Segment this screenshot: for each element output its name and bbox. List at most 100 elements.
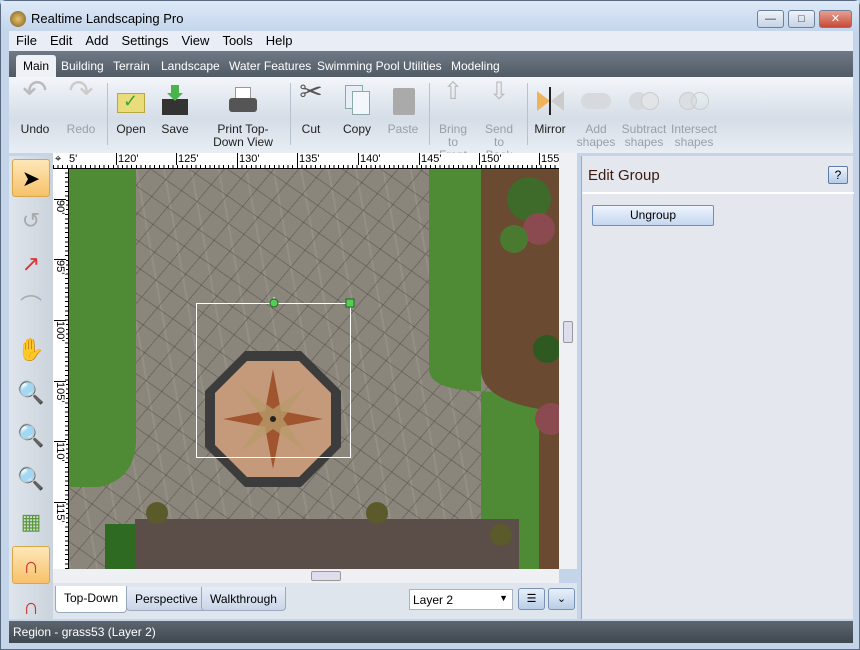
- separator: [527, 83, 528, 145]
- tab-terrain[interactable]: Terrain: [106, 55, 157, 77]
- zoom-extents-tool[interactable]: 🔍: [12, 460, 50, 498]
- rotate-handle[interactable]: [269, 298, 279, 308]
- menu-view[interactable]: View: [174, 31, 215, 48]
- open-button[interactable]: ✓ Open: [113, 85, 149, 136]
- minimize-button[interactable]: —: [757, 10, 784, 28]
- menu-edit[interactable]: Edit: [43, 31, 78, 48]
- horizontal-scrollbar[interactable]: [53, 569, 559, 583]
- ruler-label: 115': [54, 502, 66, 523]
- shrub[interactable]: [500, 225, 528, 253]
- magnifier-icon: 🔍: [17, 380, 45, 405]
- ribbon-tabs: Main Building Terrain Landscape Water Fe…: [9, 51, 853, 77]
- ruler-left: 90' 95' 100' 105' 110' 115': [53, 169, 69, 569]
- tab-landscape[interactable]: Landscape: [154, 55, 227, 77]
- ruler-label: 135': [297, 153, 320, 165]
- ungroup-button[interactable]: Ungroup: [592, 205, 714, 226]
- intersect-shapes-button[interactable]: Intersect shapes: [671, 85, 717, 149]
- folder-open-icon: ✓: [115, 85, 147, 117]
- help-button[interactable]: ?: [828, 166, 848, 184]
- properties-panel: Edit Group ? Ungroup: [581, 156, 854, 619]
- ruler-label: 145': [419, 153, 442, 165]
- select-tool[interactable]: ➤: [12, 159, 50, 197]
- paste-label: Paste: [387, 122, 419, 136]
- shrub[interactable]: [366, 502, 388, 524]
- tab-main[interactable]: Main: [16, 55, 57, 77]
- layers-button[interactable]: ☰: [518, 588, 545, 610]
- scroll-thumb[interactable]: [563, 321, 573, 343]
- more-button[interactable]: ⌄: [548, 588, 575, 610]
- tab-swimming-pool[interactable]: Swimming Pool: [310, 55, 407, 77]
- menu-bar: File Edit Add Settings View Tools Help: [9, 31, 853, 51]
- shrub[interactable]: [146, 502, 168, 524]
- shrub[interactable]: [490, 524, 512, 546]
- arrow-cursor-icon: ➤: [21, 166, 41, 191]
- redo-button[interactable]: ↷ Redo: [61, 77, 101, 136]
- menu-help[interactable]: Help: [259, 31, 299, 48]
- tab-water-features[interactable]: Water Features: [222, 55, 318, 77]
- undo-icon: ↶: [22, 75, 48, 108]
- menu-file[interactable]: File: [9, 31, 43, 48]
- send-to-back-button[interactable]: ⇩Send to Back: [479, 78, 519, 162]
- bring-to-front-icon: ⇧: [442, 78, 464, 105]
- ruler-label: 5': [69, 153, 78, 165]
- status-bar: Region - grass53 (Layer 2): [9, 621, 853, 643]
- tab-utilities[interactable]: Utilities: [396, 55, 449, 77]
- zoom-extents-icon: 🔍: [17, 466, 45, 491]
- panel-header: Edit Group ?: [582, 156, 854, 194]
- scroll-thumb[interactable]: [311, 571, 341, 581]
- undo-button[interactable]: ↶ Undo: [15, 75, 55, 136]
- ruler-label: 110': [54, 441, 66, 462]
- subtract-shapes-button[interactable]: Subtract shapes: [621, 85, 667, 149]
- grass-region-left[interactable]: [69, 169, 136, 487]
- close-button[interactable]: ✕: [819, 10, 852, 28]
- add-shapes-button[interactable]: Add shapes: [575, 85, 617, 149]
- send-to-back-icon: ⇩: [488, 78, 510, 105]
- design-canvas[interactable]: [69, 169, 559, 569]
- zoom-region-tool[interactable]: 🔍: [12, 417, 50, 455]
- layer-select[interactable]: Layer 2 ▼: [409, 589, 513, 610]
- app-window: Realtime Landscaping Pro — □ ✕ File Edit A…: [0, 0, 860, 650]
- menu-tools[interactable]: Tools: [215, 31, 258, 48]
- ribbon-toolbar: ↶ Undo ↷ Redo ✓ Open Save Print Top-Down Vi…: [9, 75, 853, 162]
- tab-building[interactable]: Building: [54, 55, 111, 77]
- menu-add[interactable]: Add: [78, 31, 114, 48]
- arc-icon: ⌒: [19, 294, 42, 319]
- cut-label: Cut: [301, 122, 321, 136]
- ruler-origin-icon: ⌖: [55, 153, 62, 165]
- pan-tool[interactable]: ✋: [12, 331, 50, 369]
- tools-sidebar: ➤ ↺ ↗ ⌒ ✋ 🔍 🔍 🔍 ▦ ∩ ∩: [9, 156, 53, 619]
- app-logo-icon: [10, 11, 26, 27]
- resize-tool[interactable]: ↗: [12, 245, 50, 283]
- ruler-label: 125': [176, 153, 199, 165]
- grid-tool[interactable]: ▦: [12, 503, 50, 541]
- hedge[interactable]: [105, 524, 135, 569]
- tab-modeling[interactable]: Modeling: [444, 55, 507, 77]
- save-button[interactable]: Save: [157, 85, 193, 136]
- ruler-label: 120': [116, 153, 139, 165]
- tab-top-down[interactable]: Top-Down: [55, 586, 128, 613]
- mirror-label: Mirror: [534, 122, 566, 136]
- vertical-scrollbar[interactable]: [559, 153, 577, 569]
- tab-walkthrough[interactable]: Walkthrough: [201, 587, 286, 611]
- redo-label: Redo: [66, 122, 96, 136]
- paste-button[interactable]: Paste: [385, 85, 421, 136]
- house-roof[interactable]: [135, 519, 519, 569]
- cut-button[interactable]: ✂ Cut: [295, 78, 327, 136]
- tab-perspective[interactable]: Perspective: [126, 587, 207, 611]
- snap-tool[interactable]: ∩: [12, 546, 50, 584]
- resize-handle[interactable]: [345, 298, 355, 308]
- intersect-shapes-icon: [678, 85, 710, 117]
- maximize-button[interactable]: □: [788, 10, 815, 28]
- copy-button[interactable]: Copy: [339, 85, 375, 136]
- arc-tool[interactable]: ⌒: [12, 288, 50, 326]
- resize-icon: ↗: [21, 251, 41, 276]
- compass-medallion[interactable]: [205, 351, 341, 487]
- ruler-label: 130': [237, 153, 260, 165]
- print-button[interactable]: Print Top-Down View: [203, 85, 283, 149]
- menu-settings[interactable]: Settings: [115, 31, 175, 48]
- bring-to-front-button[interactable]: ⇧Bring to Front: [433, 78, 473, 162]
- subtract-shapes-icon: [628, 85, 660, 117]
- mirror-button[interactable]: Mirror: [531, 85, 569, 136]
- zoom-tool[interactable]: 🔍: [12, 374, 50, 412]
- rotate-tool[interactable]: ↺: [12, 202, 50, 240]
